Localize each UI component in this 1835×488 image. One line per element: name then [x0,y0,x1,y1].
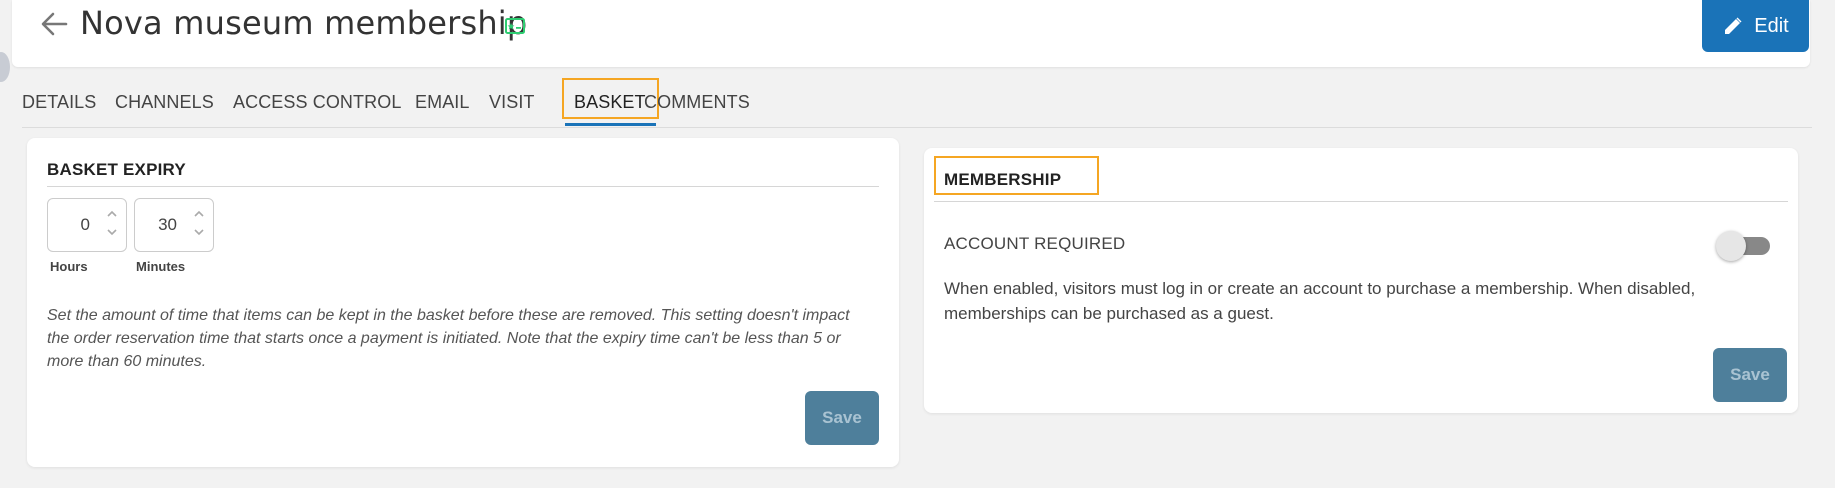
minutes-value: 30 [158,215,177,234]
divider [47,186,879,187]
tab-access-control[interactable]: ACCESS CONTROL [233,92,401,113]
chevron-down-icon[interactable] [193,227,205,237]
basket-expiry-help: Set the amount of time that items can be… [47,304,892,373]
hours-stepper[interactable]: 0 [47,198,127,252]
basket-expiry-title: BASKET EXPIRY [47,160,186,179]
hours-value: 0 [80,215,90,234]
tab-channels[interactable]: CHANNELS [115,92,214,113]
help-line: Set the amount of time that items can be… [47,307,850,324]
divider [934,201,1788,202]
back-arrow-icon[interactable] [38,8,70,40]
header-card: Nova museum membership Edit [12,0,1810,67]
pencil-icon [1725,17,1742,34]
tab-basket[interactable]: BASKET [574,92,646,113]
account-required-toggle[interactable] [1716,230,1772,261]
tab-details[interactable]: DETAILS [22,92,96,113]
minutes-label: Minutes [136,259,186,274]
description-line: memberships can be purchased as a guest. [944,304,1274,323]
active-tab-indicator [565,123,656,126]
membership-card: MEMBERSHIP ACCOUNT REQUIRED When enabled… [924,148,1798,413]
toggle-knob [1716,231,1746,261]
description-line: When enabled, visitors must log in or cr… [944,279,1696,298]
hours-label: Hours [50,259,88,274]
tab-email[interactable]: EMAIL [415,92,470,113]
tab-bar: DETAILS CHANNELS ACCESS CONTROL EMAIL VI… [22,78,1812,128]
tab-comments[interactable]: COMMENTS [644,92,750,113]
chevron-up-icon[interactable] [106,209,118,219]
basket-save-button[interactable]: Save [805,391,879,445]
help-line: more than 60 minutes. [47,353,207,370]
edit-button[interactable]: Edit [1702,0,1809,52]
membership-title: MEMBERSHIP [944,170,1062,189]
page-title: Nova museum membership [80,4,528,42]
side-handle [0,52,10,82]
basket-expiry-card: BASKET EXPIRY 0 Hours 30 Minutes Set the… [27,138,899,467]
chevron-down-icon[interactable] [106,227,118,237]
edit-button-label: Edit [1754,14,1789,37]
membership-save-button[interactable]: Save [1713,348,1787,402]
membership-card-icon [505,18,525,34]
minutes-stepper[interactable]: 30 [134,198,214,252]
account-required-description: When enabled, visitors must log in or cr… [944,276,1764,326]
account-required-label: ACCOUNT REQUIRED [944,234,1126,253]
chevron-up-icon[interactable] [193,209,205,219]
tab-visit[interactable]: VISIT [489,92,535,113]
help-line: the order reservation time that starts o… [47,330,841,347]
